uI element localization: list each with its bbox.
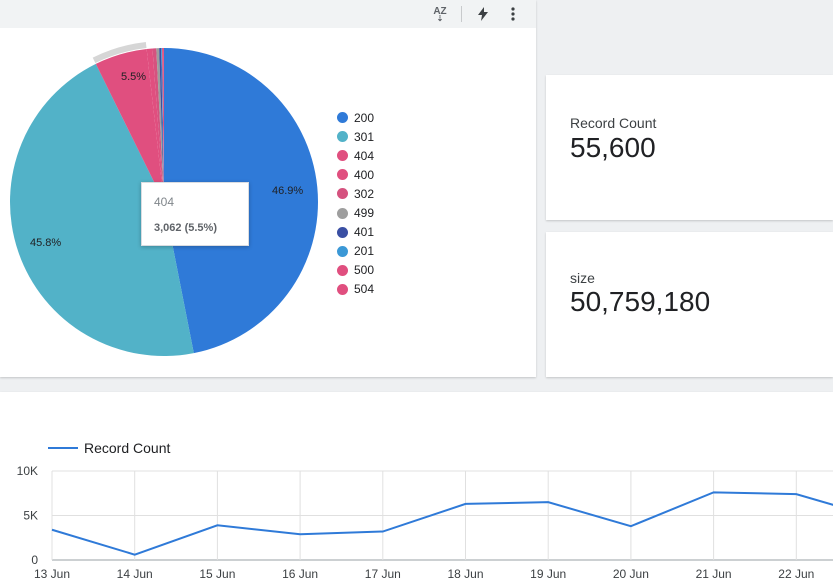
- x-tick-label: 20 Jun: [613, 567, 649, 581]
- x-tick-label: 21 Jun: [696, 567, 732, 581]
- legend-swatch: [337, 188, 348, 200]
- legend-swatch: [337, 150, 348, 162]
- record-count-scorecard[interactable]: Record Count 55,600: [546, 75, 833, 220]
- pie-label-404: 5.5%: [121, 71, 147, 83]
- tooltip-value: 3,062 (5.5%): [154, 222, 217, 234]
- pie-legend: 200 301 404 400 302 499 401 201 500 504: [337, 108, 374, 299]
- legend-item-500[interactable]: 500: [337, 261, 374, 280]
- record-count-line-chart-card: Record Count 0 5K 10K 13 Jun 14 Jun 15 Jun 16 …: [0, 392, 833, 584]
- scorecard-value: 55,600: [570, 132, 656, 163]
- pie-tooltip: 404 3,062 (5.5%): [141, 182, 249, 246]
- legend-label: 401: [354, 225, 375, 240]
- legend-swatch: [337, 245, 348, 257]
- y-tick-label: 10K: [17, 464, 38, 478]
- x-tick-label: 14 Jun: [117, 567, 153, 581]
- status-pie-card: AZ ⇣ 46.9% 45.8% 5.5% 404 3,062 (5.5%) 2…: [0, 0, 536, 377]
- scorecard-title: Record Count: [570, 115, 657, 131]
- legend-label: 201: [354, 244, 375, 259]
- legend-label: 504: [354, 282, 375, 297]
- legend-item-401[interactable]: 401: [337, 223, 374, 242]
- legend-item-200[interactable]: 200: [337, 108, 374, 127]
- legend-item-301[interactable]: 301: [337, 127, 374, 146]
- legend-item-400[interactable]: 400: [337, 165, 374, 184]
- legend-swatch: [337, 112, 348, 124]
- legend-label: 302: [354, 186, 375, 201]
- x-tick-label: 22 Jun: [778, 567, 814, 581]
- legend-label: 400: [354, 167, 375, 182]
- x-tick-label: 16 Jun: [282, 567, 318, 581]
- x-tick-label: 19 Jun: [530, 567, 566, 581]
- legend-item-404[interactable]: 404: [337, 146, 374, 165]
- size-scorecard[interactable]: size 50,759,180: [546, 232, 833, 377]
- legend-item-504[interactable]: 504: [337, 280, 374, 299]
- y-tick-label: 0: [31, 553, 38, 567]
- x-tick-label: 17 Jun: [365, 567, 401, 581]
- legend-label: 499: [354, 206, 375, 221]
- legend-swatch: [337, 207, 348, 219]
- tooltip-title: 404: [154, 195, 175, 209]
- series-line-record-count[interactable]: [51, 491, 833, 556]
- x-tick-label: 18 Jun: [447, 567, 483, 581]
- legend-swatch: [337, 264, 348, 276]
- legend-label: 500: [354, 263, 375, 278]
- legend-swatch: [337, 226, 348, 238]
- line-chart: 0 5K 10K 13 Jun 14 Jun 15 Jun 16 Jun 17 Jun 18 J…: [17, 464, 833, 581]
- x-tick-label: 15 Jun: [199, 567, 235, 581]
- scorecard-value: 50,759,180: [570, 286, 711, 317]
- y-tick-label: 5K: [23, 509, 38, 523]
- legend-item-201[interactable]: 201: [337, 242, 374, 261]
- legend-label: 301: [354, 129, 375, 144]
- legend-item-302[interactable]: 302: [337, 184, 374, 203]
- legend-swatch: [337, 283, 348, 295]
- legend-swatch: [337, 169, 348, 181]
- legend-item-499[interactable]: 499: [337, 203, 374, 222]
- legend-label: 200: [354, 110, 375, 125]
- legend-swatch: [337, 131, 348, 143]
- legend-label: 404: [354, 148, 375, 163]
- pie-label-301: 45.8%: [30, 237, 62, 249]
- pie-chart: [9, 42, 319, 357]
- scorecard-title: size: [570, 270, 595, 286]
- pie-label-200: 46.9%: [272, 185, 304, 197]
- x-tick-label: 13 Jun: [34, 567, 70, 581]
